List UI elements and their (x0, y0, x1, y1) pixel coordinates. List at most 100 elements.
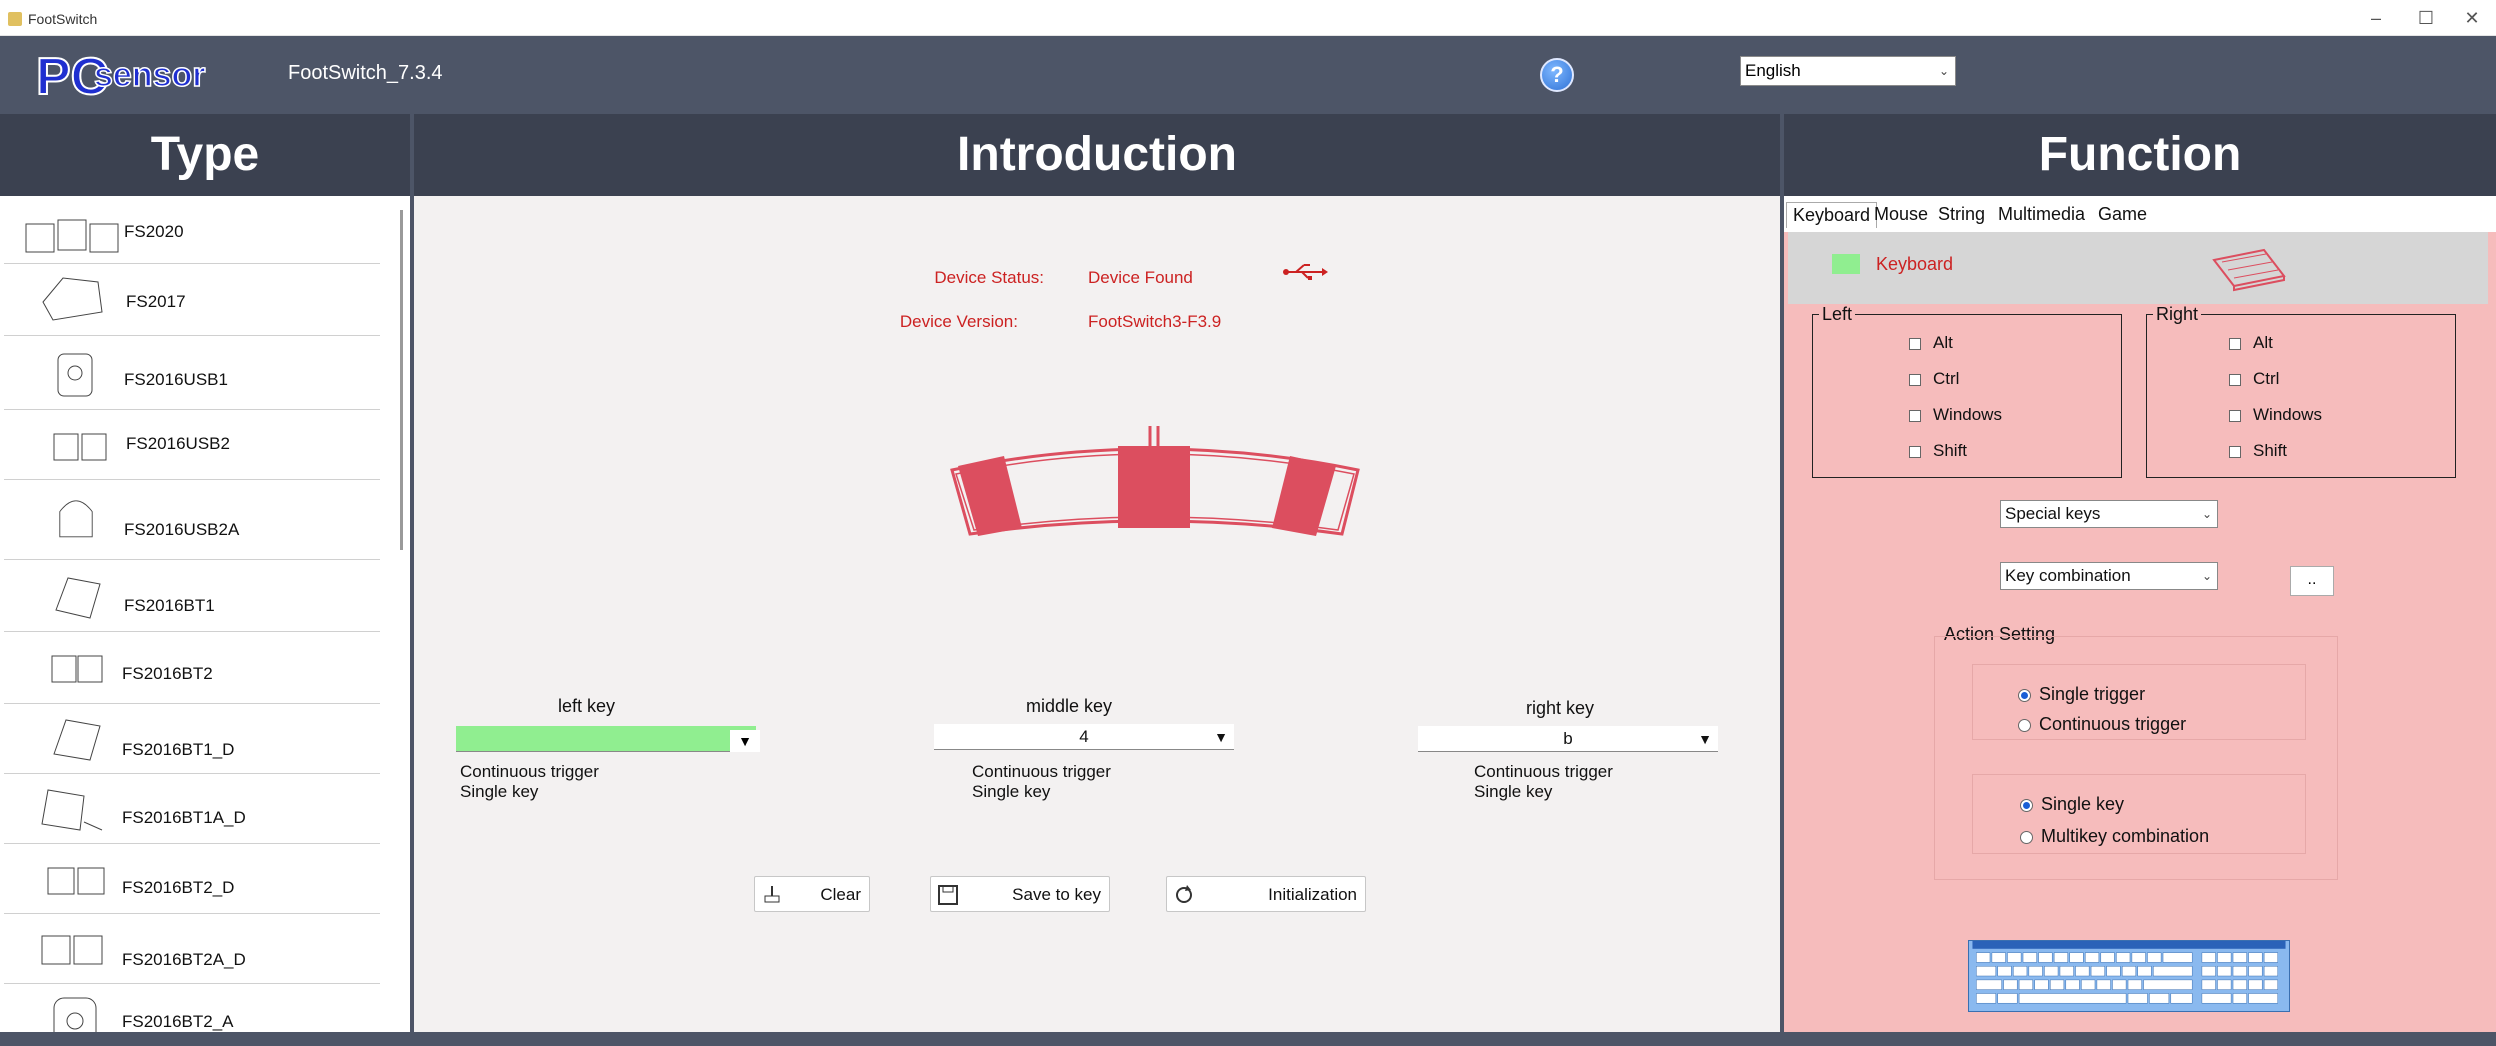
broom-icon (764, 886, 780, 903)
type-item-label: FS2016BT1_D (122, 740, 235, 759)
pedal-thumbnail-icon (53, 433, 107, 461)
tab-game[interactable]: Game (2092, 202, 2153, 227)
tab-multimedia[interactable]: Multimedia (1992, 202, 2091, 227)
special-keys-select[interactable]: Special keys ⌄ (2000, 500, 2218, 528)
chevron-down-icon: ▼ (1698, 731, 1712, 747)
type-item-label: FS2017 (126, 292, 186, 311)
pedal-thumbnail-icon (41, 789, 103, 831)
keyboard-mode-label: Keyboard (1876, 254, 1954, 274)
right-key-select[interactable]: b ▼ (1418, 726, 1718, 752)
virtual-keyboard-preview[interactable] (1968, 940, 2290, 1012)
keyboard-color-swatch (1832, 254, 1860, 274)
right-shift-checkbox[interactable]: Shift (2229, 441, 2287, 461)
type-item-label: FS2016BT2A_D (122, 950, 246, 969)
language-select[interactable]: English ⌄ (1740, 56, 1956, 86)
type-item-label: FS2016BT2 (122, 664, 213, 683)
function-tabs: Keyboard Mouse String Multimedia Game (1784, 196, 2496, 232)
right-modifier-group: Right Alt Ctrl Windows Shift (2146, 304, 2456, 478)
initialization-button[interactable]: Initialization (1166, 876, 1366, 912)
left-alt-checkbox[interactable]: Alt (1909, 333, 1953, 353)
tab-mouse[interactable]: Mouse (1868, 202, 1934, 227)
type-item-label: FS2016BT1 (124, 596, 215, 615)
keyboard-icon (2212, 248, 2286, 292)
type-item-fs2016usb2[interactable]: FS2016USB2 (4, 410, 380, 480)
left-group-title: Left (1819, 304, 1856, 325)
maximize-icon[interactable]: ☐ (2406, 6, 2446, 30)
continuous-trigger-radio[interactable]: Continuous trigger (2018, 714, 2186, 735)
pedal-thumbnail-icon (55, 577, 101, 619)
more-options-button[interactable]: .. (2290, 566, 2334, 596)
device-version-label: Device Version: (899, 312, 1018, 331)
type-item-label: FS2020 (124, 222, 184, 241)
left-windows-checkbox[interactable]: Windows (1909, 405, 2002, 425)
key-combination-select[interactable]: Key combination ⌄ (2000, 562, 2218, 590)
window-titlebar: FootSwitch – ☐ ✕ (0, 0, 2496, 36)
type-item-fs2016bt2a-d[interactable]: FS2016BT2A_D (4, 914, 380, 984)
type-item-fs2016bt2-a[interactable]: FS2016BT2_A (4, 984, 380, 1032)
pedal-thumbnail-icon (53, 719, 101, 761)
type-item-fs2016bt2-d[interactable]: FS2016BT2_D (4, 844, 380, 914)
type-item-fs2016usb1[interactable]: FS2016USB1 (4, 336, 380, 410)
type-item-fs2016bt1a-d[interactable]: FS2016BT1A_D (4, 774, 380, 844)
right-alt-checkbox[interactable]: Alt (2229, 333, 2273, 353)
single-key-radio[interactable]: Single key (2020, 794, 2124, 815)
tab-keyboard[interactable]: Keyboard (1786, 202, 1878, 228)
chevron-down-icon: ▼ (1214, 729, 1228, 745)
pedal-thumbnail-icon (47, 867, 105, 895)
tab-string[interactable]: String (1932, 202, 1991, 227)
device-status-label: Device Status: (934, 268, 1044, 287)
left-key-select[interactable] (456, 726, 756, 752)
app-header: PC sensor FootSwitch_7.3.4 ? English ⌄ (0, 36, 2496, 114)
type-item-fs2016bt1[interactable]: FS2016BT1 (4, 560, 380, 632)
function-panel: Keyboard Mouse String Multimedia Game Ke… (1784, 196, 2496, 1032)
window-title: FootSwitch (28, 11, 98, 27)
type-item-fs2017[interactable]: FS2017 (4, 264, 380, 336)
middle-key-type: Single key (972, 782, 1051, 801)
chevron-down-icon: ⌄ (2201, 569, 2212, 583)
type-item-fs2016bt2[interactable]: FS2016BT2 (4, 632, 380, 704)
middle-key-mode: Continuous trigger (972, 762, 1111, 781)
minimize-icon[interactable]: – (2356, 6, 2396, 30)
type-item-fs2020[interactable]: FS2020 (4, 196, 380, 264)
pcsensor-logo: PC sensor (36, 47, 206, 106)
device-status-value: Device Found (1088, 268, 1193, 287)
type-item-label: FS2016BT2_A (122, 1012, 234, 1031)
type-item-fs2016bt1-d[interactable]: FS2016BT1_D (4, 704, 380, 774)
usb-icon (1283, 264, 1328, 280)
pedal-thumbnail-icon (25, 219, 119, 253)
chevron-down-icon: ⌄ (2201, 507, 2212, 521)
left-ctrl-checkbox[interactable]: Ctrl (1909, 369, 1959, 389)
footswitch-pedal-illustration (950, 426, 1360, 536)
help-icon[interactable]: ? (1540, 58, 1574, 92)
middle-key-select[interactable]: 4 ▼ (934, 724, 1234, 750)
multikey-combination-radio[interactable]: Multikey combination (2020, 826, 2209, 847)
save-to-key-button[interactable]: Save to key (930, 876, 1110, 912)
introduction-column-title: Introduction (414, 114, 1780, 196)
type-list: FS2020 FS2017 FS2016USB1 FS2016USB2 FS20… (0, 196, 410, 1032)
type-item-label: FS2016BT1A_D (122, 808, 246, 827)
pedal-thumbnail-icon (57, 353, 93, 397)
pedal-thumbnail-icon (41, 935, 103, 965)
pedal-thumbnail-icon (42, 277, 103, 321)
right-windows-checkbox[interactable]: Windows (2229, 405, 2322, 425)
keyboard-mode-band: Keyboard (1788, 232, 2488, 304)
right-group-title: Right (2153, 304, 2202, 325)
single-trigger-radio[interactable]: Single trigger (2018, 684, 2145, 705)
type-item-label: FS2016BT2_D (122, 878, 235, 897)
svg-text:sensor: sensor (94, 56, 206, 94)
right-ctrl-checkbox[interactable]: Ctrl (2229, 369, 2279, 389)
clear-button[interactable]: Clear (754, 876, 870, 912)
close-icon[interactable]: ✕ (2452, 6, 2492, 30)
middle-key-label: middle key (1026, 696, 1113, 716)
type-item-fs2016usb2a[interactable]: FS2016USB2A (4, 480, 380, 560)
type-item-label: FS2016USB2A (124, 520, 240, 539)
type-item-label: FS2016USB1 (124, 370, 228, 389)
left-key-dropdown-icon[interactable]: ▼ (730, 730, 760, 752)
right-key-type: Single key (1474, 782, 1553, 801)
right-key-label: right key (1526, 698, 1595, 718)
type-list-scrollbar[interactable] (400, 210, 403, 550)
left-modifier-group: Left Alt Ctrl Windows Shift (1812, 304, 2122, 478)
pedal-thumbnail-icon (51, 655, 103, 683)
left-shift-checkbox[interactable]: Shift (1909, 441, 1967, 461)
type-column-title: Type (0, 114, 410, 196)
